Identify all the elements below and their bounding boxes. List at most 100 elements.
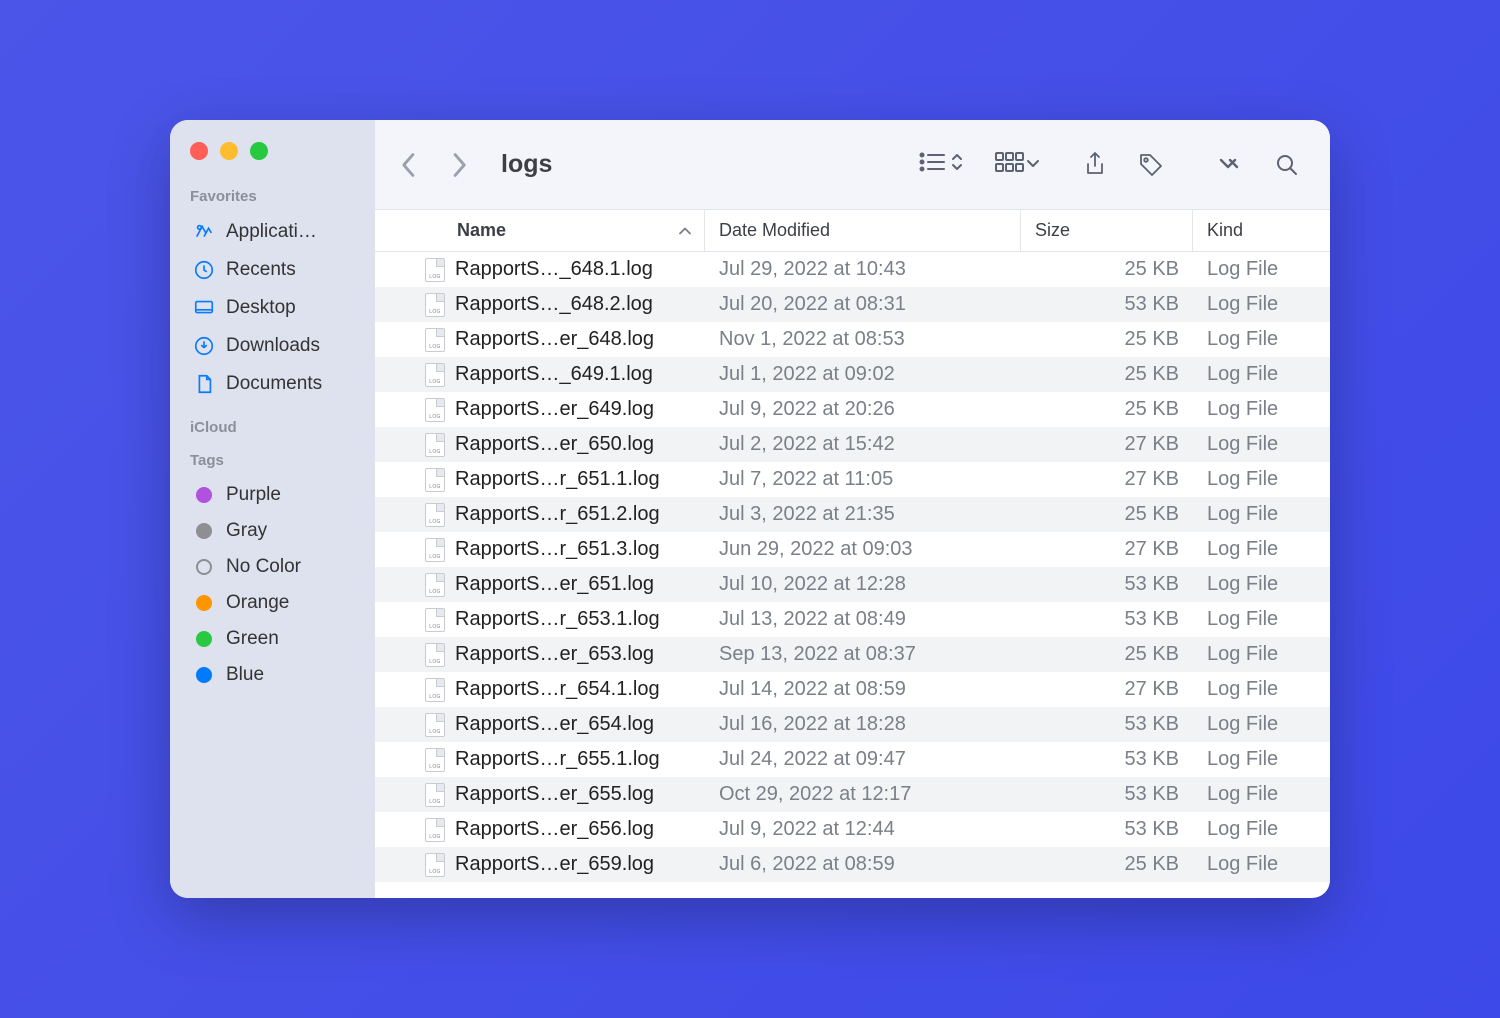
log-file-icon bbox=[425, 573, 445, 597]
window-controls bbox=[188, 142, 363, 160]
cell-name: RapportS…er_649.log bbox=[375, 398, 705, 422]
table-row[interactable]: RapportS…er_653.logSep 13, 2022 at 08:37… bbox=[375, 637, 1330, 672]
finder-window: Favorites Applicati… Recents Desktop Dow… bbox=[170, 120, 1330, 898]
sidebar-item-applications[interactable]: Applicati… bbox=[188, 213, 363, 251]
sidebar-section-favorites: Favorites bbox=[190, 188, 363, 205]
group-by-button[interactable] bbox=[994, 150, 1040, 179]
column-header-size[interactable]: Size bbox=[1021, 210, 1193, 251]
column-header-date[interactable]: Date Modified bbox=[705, 210, 1021, 251]
file-name: RapportS…r_651.1.log bbox=[455, 468, 660, 491]
sidebar-item-label: Purple bbox=[226, 484, 281, 506]
cell-name: RapportS…er_653.log bbox=[375, 643, 705, 667]
cell-date: Jul 20, 2022 at 08:31 bbox=[705, 293, 1021, 316]
log-file-icon bbox=[425, 783, 445, 807]
cell-name: RapportS…r_654.1.log bbox=[375, 678, 705, 702]
cell-kind: Log File bbox=[1193, 293, 1330, 316]
table-row[interactable]: RapportS…er_648.logNov 1, 2022 at 08:532… bbox=[375, 322, 1330, 357]
tags-button[interactable] bbox=[1126, 143, 1176, 187]
documents-icon bbox=[192, 372, 216, 396]
sidebar-item-label: Gray bbox=[226, 520, 267, 542]
cell-name: RapportS…er_654.log bbox=[375, 713, 705, 737]
table-row[interactable]: RapportS…er_650.logJul 2, 2022 at 15:422… bbox=[375, 427, 1330, 462]
table-row[interactable]: RapportS…er_654.logJul 16, 2022 at 18:28… bbox=[375, 707, 1330, 742]
table-row[interactable]: RapportS…er_651.logJul 10, 2022 at 12:28… bbox=[375, 567, 1330, 602]
fullscreen-icon[interactable] bbox=[250, 142, 268, 160]
table-row[interactable]: RapportS…_648.1.logJul 29, 2022 at 10:43… bbox=[375, 252, 1330, 287]
table-row[interactable]: RapportS…r_651.3.logJun 29, 2022 at 09:0… bbox=[375, 532, 1330, 567]
table-row[interactable]: RapportS…r_651.2.logJul 3, 2022 at 21:35… bbox=[375, 497, 1330, 532]
sidebar-tag-item[interactable]: No Color bbox=[188, 549, 363, 585]
sidebar-tag-item[interactable]: Purple bbox=[188, 477, 363, 513]
sidebar-section-tags: Tags bbox=[190, 452, 363, 469]
cell-date: Jul 2, 2022 at 15:42 bbox=[705, 433, 1021, 456]
table-row[interactable]: RapportS…r_655.1.logJul 24, 2022 at 09:4… bbox=[375, 742, 1330, 777]
sidebar-tag-item[interactable]: Blue bbox=[188, 657, 363, 693]
table-row[interactable]: RapportS…r_654.1.logJul 14, 2022 at 08:5… bbox=[375, 672, 1330, 707]
file-name: RapportS…er_653.log bbox=[455, 643, 654, 666]
file-list: RapportS…_648.1.logJul 29, 2022 at 10:43… bbox=[375, 252, 1330, 898]
file-name: RapportS…r_654.1.log bbox=[455, 678, 660, 701]
recents-icon bbox=[192, 258, 216, 282]
table-row[interactable]: RapportS…_649.1.logJul 1, 2022 at 09:022… bbox=[375, 357, 1330, 392]
close-icon[interactable] bbox=[190, 142, 208, 160]
cell-kind: Log File bbox=[1193, 853, 1330, 876]
log-file-icon bbox=[425, 713, 445, 737]
tag-color-icon bbox=[196, 595, 212, 611]
cell-date: Jun 29, 2022 at 09:03 bbox=[705, 538, 1021, 561]
log-file-icon bbox=[425, 258, 445, 282]
sidebar-tag-item[interactable]: Green bbox=[188, 621, 363, 657]
sidebar-item-label: Orange bbox=[226, 592, 289, 614]
more-button[interactable] bbox=[1206, 143, 1256, 187]
chevron-down-icon bbox=[1026, 156, 1040, 174]
minimize-icon[interactable] bbox=[220, 142, 238, 160]
log-file-icon bbox=[425, 748, 445, 772]
cell-size: 25 KB bbox=[1021, 503, 1193, 526]
cell-name: RapportS…er_659.log bbox=[375, 853, 705, 877]
table-row[interactable]: RapportS…er_649.logJul 9, 2022 at 20:262… bbox=[375, 392, 1330, 427]
sidebar-section-icloud: iCloud bbox=[190, 419, 363, 436]
back-button[interactable] bbox=[387, 143, 431, 187]
view-mode-button[interactable] bbox=[918, 150, 964, 179]
column-header-name[interactable]: Name bbox=[375, 210, 705, 251]
sidebar-tag-item[interactable]: Gray bbox=[188, 513, 363, 549]
column-header-kind[interactable]: Kind bbox=[1193, 210, 1330, 251]
cell-size: 27 KB bbox=[1021, 433, 1193, 456]
sidebar-item-recents[interactable]: Recents bbox=[188, 251, 363, 289]
file-name: RapportS…_649.1.log bbox=[455, 363, 653, 386]
table-row[interactable]: RapportS…r_651.1.logJul 7, 2022 at 11:05… bbox=[375, 462, 1330, 497]
cell-date: Jul 16, 2022 at 18:28 bbox=[705, 713, 1021, 736]
cell-size: 27 KB bbox=[1021, 538, 1193, 561]
sidebar-item-desktop[interactable]: Desktop bbox=[188, 289, 363, 327]
folder-title: logs bbox=[501, 150, 552, 179]
tag-color-icon bbox=[196, 631, 212, 647]
file-name: RapportS…er_649.log bbox=[455, 398, 654, 421]
table-row[interactable]: RapportS…r_653.1.log Jul 13, 2022 at 08:4… bbox=[375, 602, 1330, 637]
search-button[interactable] bbox=[1262, 143, 1312, 187]
log-file-icon bbox=[425, 853, 445, 877]
cell-date: Jul 9, 2022 at 12:44 bbox=[705, 818, 1021, 841]
cell-date: Jul 10, 2022 at 12:28 bbox=[705, 573, 1021, 596]
sidebar-item-documents[interactable]: Documents bbox=[188, 365, 363, 403]
log-file-icon bbox=[425, 643, 445, 667]
share-button[interactable] bbox=[1070, 143, 1120, 187]
forward-button[interactable] bbox=[437, 143, 481, 187]
table-row[interactable]: RapportS…er_655.logOct 29, 2022 at 12:17… bbox=[375, 777, 1330, 812]
file-name: RapportS…er_655.log bbox=[455, 783, 654, 806]
cell-kind: Log File bbox=[1193, 468, 1330, 491]
file-name: RapportS…er_656.log bbox=[455, 818, 654, 841]
cell-kind: Log File bbox=[1193, 748, 1330, 771]
sort-icon bbox=[678, 220, 692, 241]
file-name: RapportS…r_653.1.log bbox=[455, 608, 660, 631]
log-file-icon bbox=[425, 398, 445, 422]
sidebar-item-label: Desktop bbox=[226, 297, 296, 319]
table-row[interactable]: RapportS…er_659.logJul 6, 2022 at 08:592… bbox=[375, 847, 1330, 882]
cell-date: Jul 13, 2022 at 08:49 bbox=[705, 608, 1021, 631]
log-file-icon bbox=[425, 678, 445, 702]
toolbar: logs bbox=[375, 120, 1330, 210]
sidebar-item-label: Downloads bbox=[226, 335, 320, 357]
table-row[interactable]: RapportS…_648.2.logJul 20, 2022 at 08:31… bbox=[375, 287, 1330, 322]
sidebar-item-downloads[interactable]: Downloads bbox=[188, 327, 363, 365]
table-row[interactable]: RapportS…er_656.logJul 9, 2022 at 12:445… bbox=[375, 812, 1330, 847]
sidebar-tag-item[interactable]: Orange bbox=[188, 585, 363, 621]
cell-name: RapportS…er_651.log bbox=[375, 573, 705, 597]
